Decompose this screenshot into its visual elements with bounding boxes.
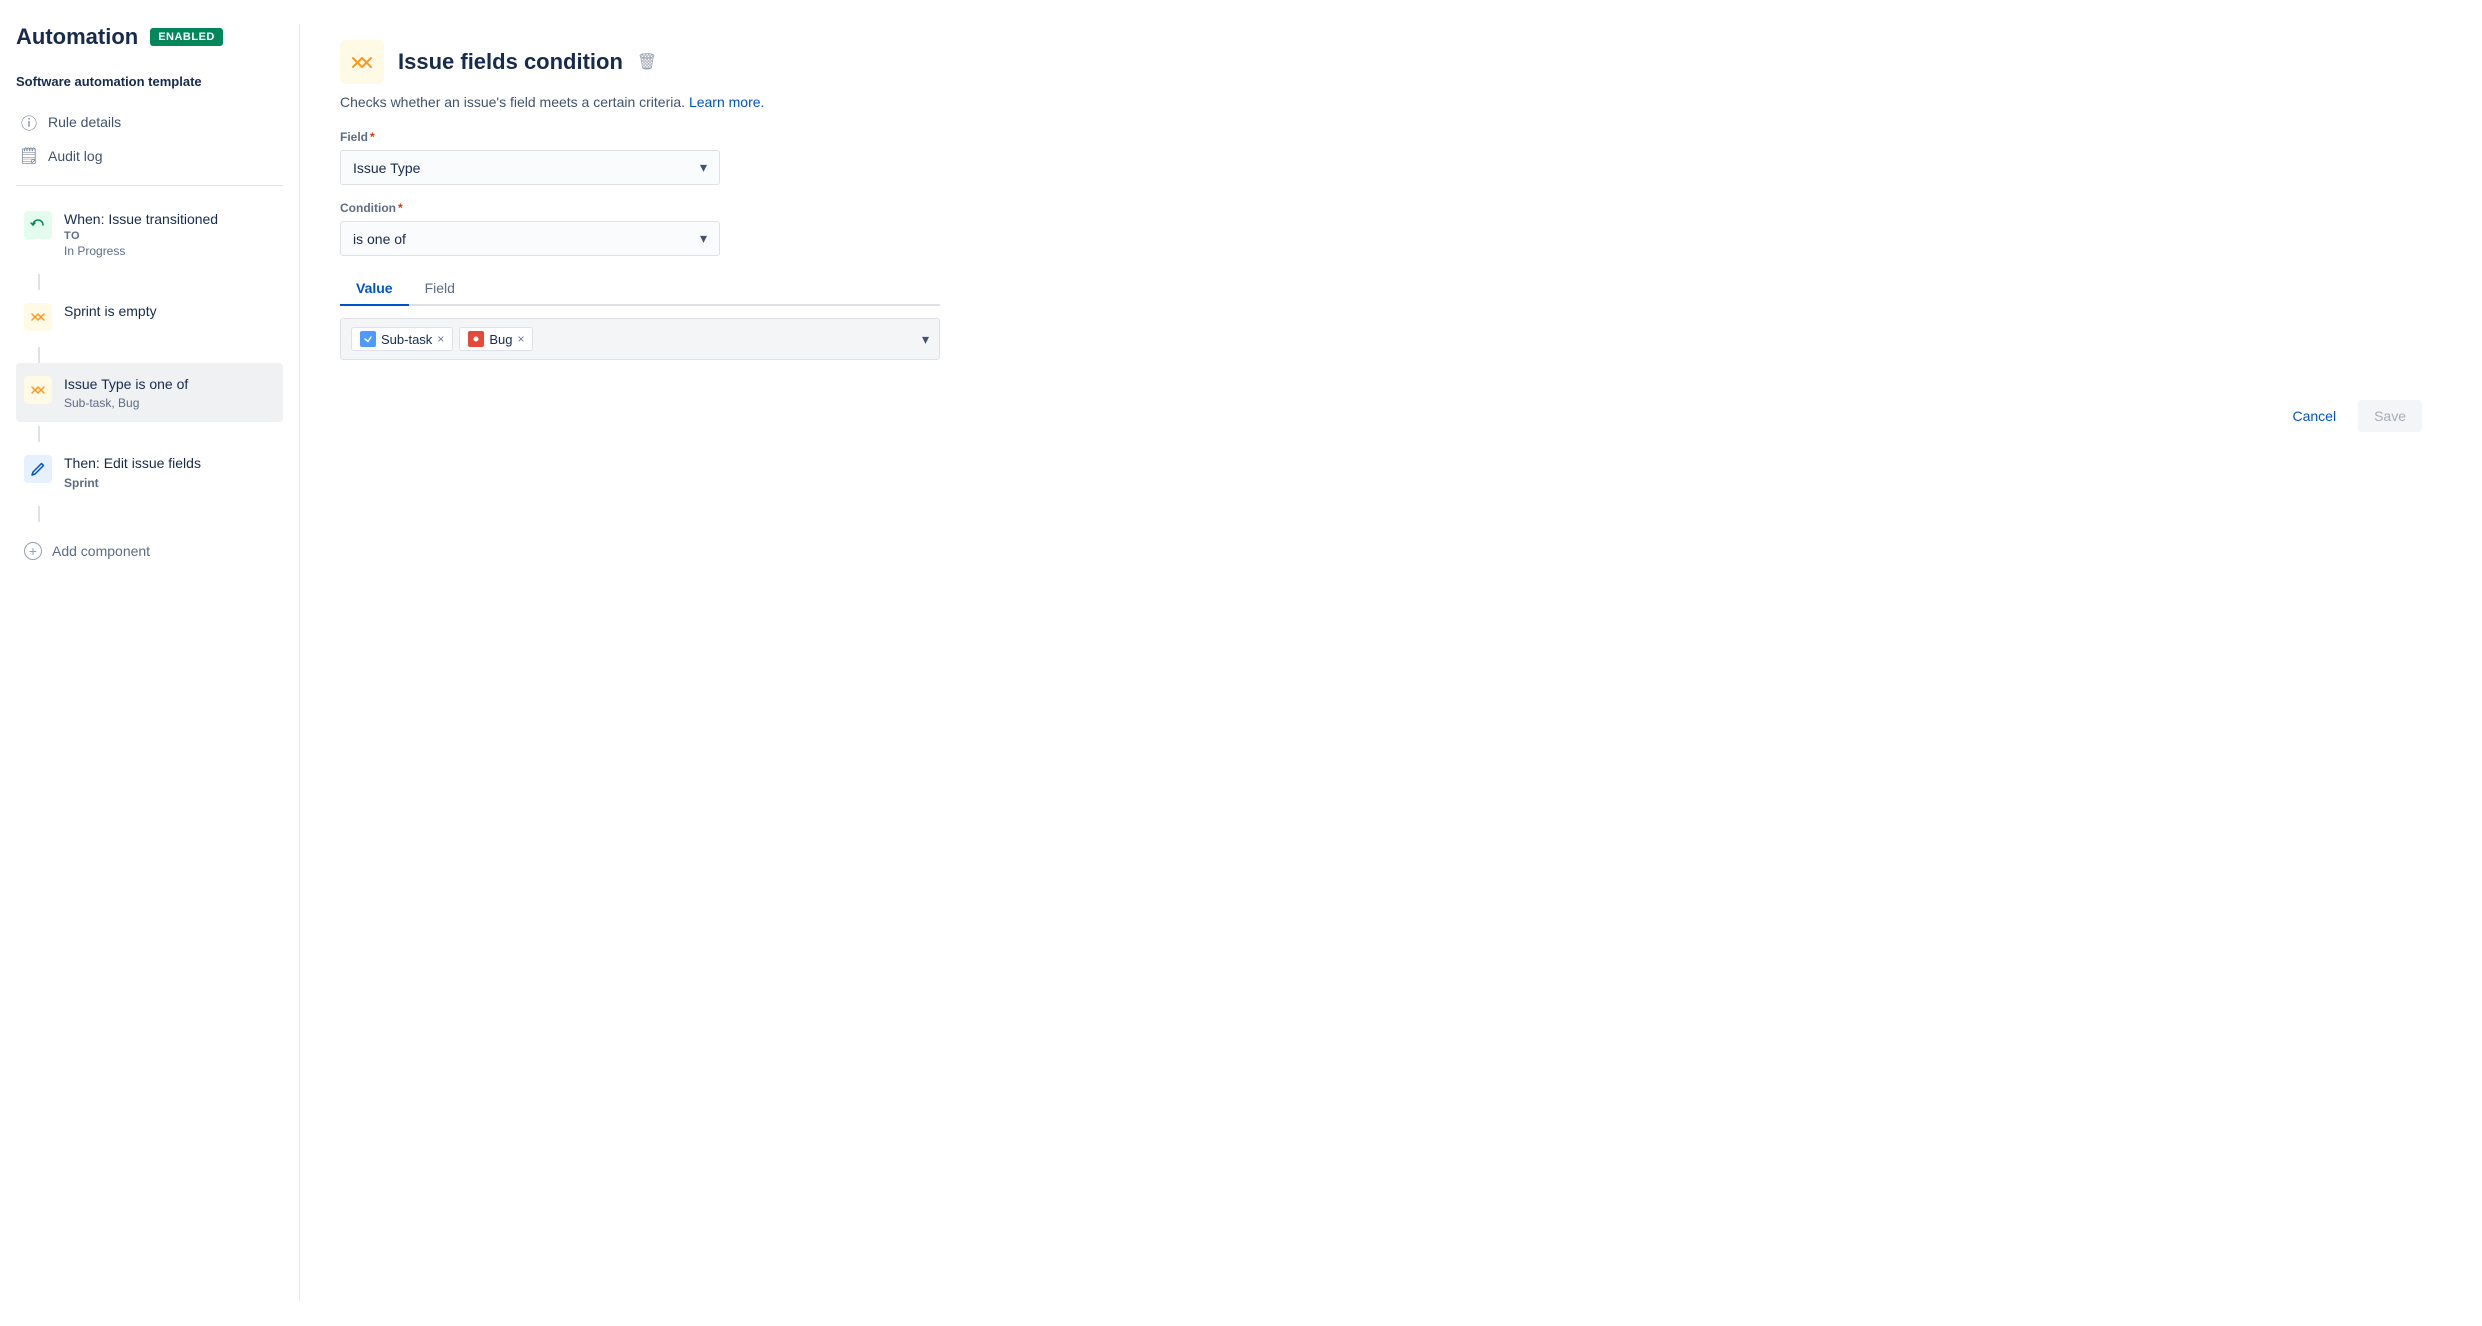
condition-header: Issue fields condition 🗑 — [340, 40, 2442, 84]
field-form-group: Field* Issue Type ▾ — [340, 130, 720, 185]
sidebar-header: Automation ENABLED — [16, 24, 283, 50]
condition-description: Checks whether an issue's field meets a … — [340, 94, 2442, 110]
sidebar: Automation ENABLED Software automation t… — [0, 24, 300, 1302]
action-edit-text: Then: Edit issue fields Sprint — [64, 454, 275, 490]
sidebar-item-rule-details[interactable]: ⓘ Rule details — [16, 105, 283, 139]
footer-actions: Cancel Save — [340, 400, 2442, 432]
template-label: Software automation template — [16, 74, 283, 89]
workflow-issuetype-condition[interactable]: Issue Type is one of Sub-task, Bug — [16, 363, 283, 423]
connector-2 — [38, 347, 40, 363]
app-title: Automation — [16, 24, 138, 50]
field-select[interactable]: Issue Type ▾ — [340, 150, 720, 185]
trigger-main-label: When: Issue transitioned — [64, 210, 275, 230]
action-edit-sublabel: Sprint — [64, 476, 275, 490]
learn-more-link[interactable]: Learn more. — [689, 94, 764, 110]
subtask-icon — [360, 331, 376, 347]
tag-bug-label: Bug — [489, 332, 512, 347]
connector-3 — [38, 426, 40, 442]
condition-title: Issue fields condition — [398, 49, 623, 75]
sprint-condition-icon — [24, 303, 52, 331]
save-button[interactable]: Save — [2358, 400, 2422, 432]
action-edit-label: Then: Edit issue fields — [64, 454, 275, 474]
field-required-star: * — [370, 130, 375, 144]
cancel-button[interactable]: Cancel — [2280, 400, 2348, 432]
condition-icon-box — [340, 40, 384, 84]
condition-select[interactable]: is one of ▾ — [340, 221, 720, 256]
issuetype-condition-sublabel: Sub-task, Bug — [64, 396, 275, 410]
info-icon: ⓘ — [20, 113, 38, 131]
trigger-sub-label: In Progress — [64, 244, 275, 258]
workflow-sprint-condition[interactable]: Sprint is empty — [16, 290, 283, 343]
condition-form-group: Condition* is one of ▾ — [340, 201, 720, 256]
nav-divider — [16, 185, 283, 186]
issuetype-condition-text: Issue Type is one of Sub-task, Bug — [64, 375, 275, 411]
sidebar-item-audit-log[interactable]: 🗒 Audit log — [16, 139, 283, 173]
trigger-to-label: TO — [64, 230, 275, 242]
issuetype-condition-icon — [24, 376, 52, 404]
workflow-action-edit[interactable]: Then: Edit issue fields Sprint — [16, 442, 283, 502]
connector-4 — [38, 506, 40, 522]
field-label: Field* — [340, 130, 720, 144]
condition-required-star: * — [398, 201, 403, 215]
value-multi-select[interactable]: Sub-task × Bug × ▾ — [340, 318, 940, 360]
tag-bug-remove[interactable]: × — [517, 333, 524, 345]
value-field-tabs: Value Field — [340, 272, 940, 306]
workflow-trigger[interactable]: When: Issue transitioned TO In Progress — [16, 198, 283, 270]
tab-field[interactable]: Field — [409, 272, 471, 306]
tag-subtask: Sub-task × — [351, 327, 453, 351]
field-select-chevron: ▾ — [700, 159, 707, 176]
condition-select-value: is one of — [353, 231, 406, 247]
bug-icon — [468, 331, 484, 347]
condition-label: Condition* — [340, 201, 720, 215]
main-content: Issue fields condition 🗑 Checks whether … — [300, 24, 2482, 1302]
add-component-icon: + — [24, 542, 42, 560]
add-component-button[interactable]: + Add component — [16, 530, 283, 572]
rule-details-label: Rule details — [48, 114, 121, 130]
trigger-icon — [24, 211, 52, 239]
trigger-text: When: Issue transitioned TO In Progress — [64, 210, 275, 258]
multi-select-chevron: ▾ — [922, 331, 929, 348]
delete-icon[interactable]: 🗑 — [637, 52, 657, 72]
tab-value[interactable]: Value — [340, 272, 409, 306]
condition-select-chevron: ▾ — [700, 230, 707, 247]
issuetype-condition-label: Issue Type is one of — [64, 375, 275, 395]
connector-1 — [38, 274, 40, 290]
sprint-condition-text: Sprint is empty — [64, 302, 275, 322]
audit-icon: 🗒 — [20, 147, 38, 165]
add-component-label: Add component — [52, 543, 150, 559]
tag-bug: Bug × — [459, 327, 533, 351]
audit-log-label: Audit log — [48, 148, 102, 164]
tag-subtask-remove[interactable]: × — [437, 333, 444, 345]
enabled-badge: ENABLED — [150, 28, 223, 46]
tag-subtask-label: Sub-task — [381, 332, 432, 347]
field-select-value: Issue Type — [353, 160, 420, 176]
sprint-condition-label: Sprint is empty — [64, 302, 275, 322]
action-edit-icon — [24, 455, 52, 483]
